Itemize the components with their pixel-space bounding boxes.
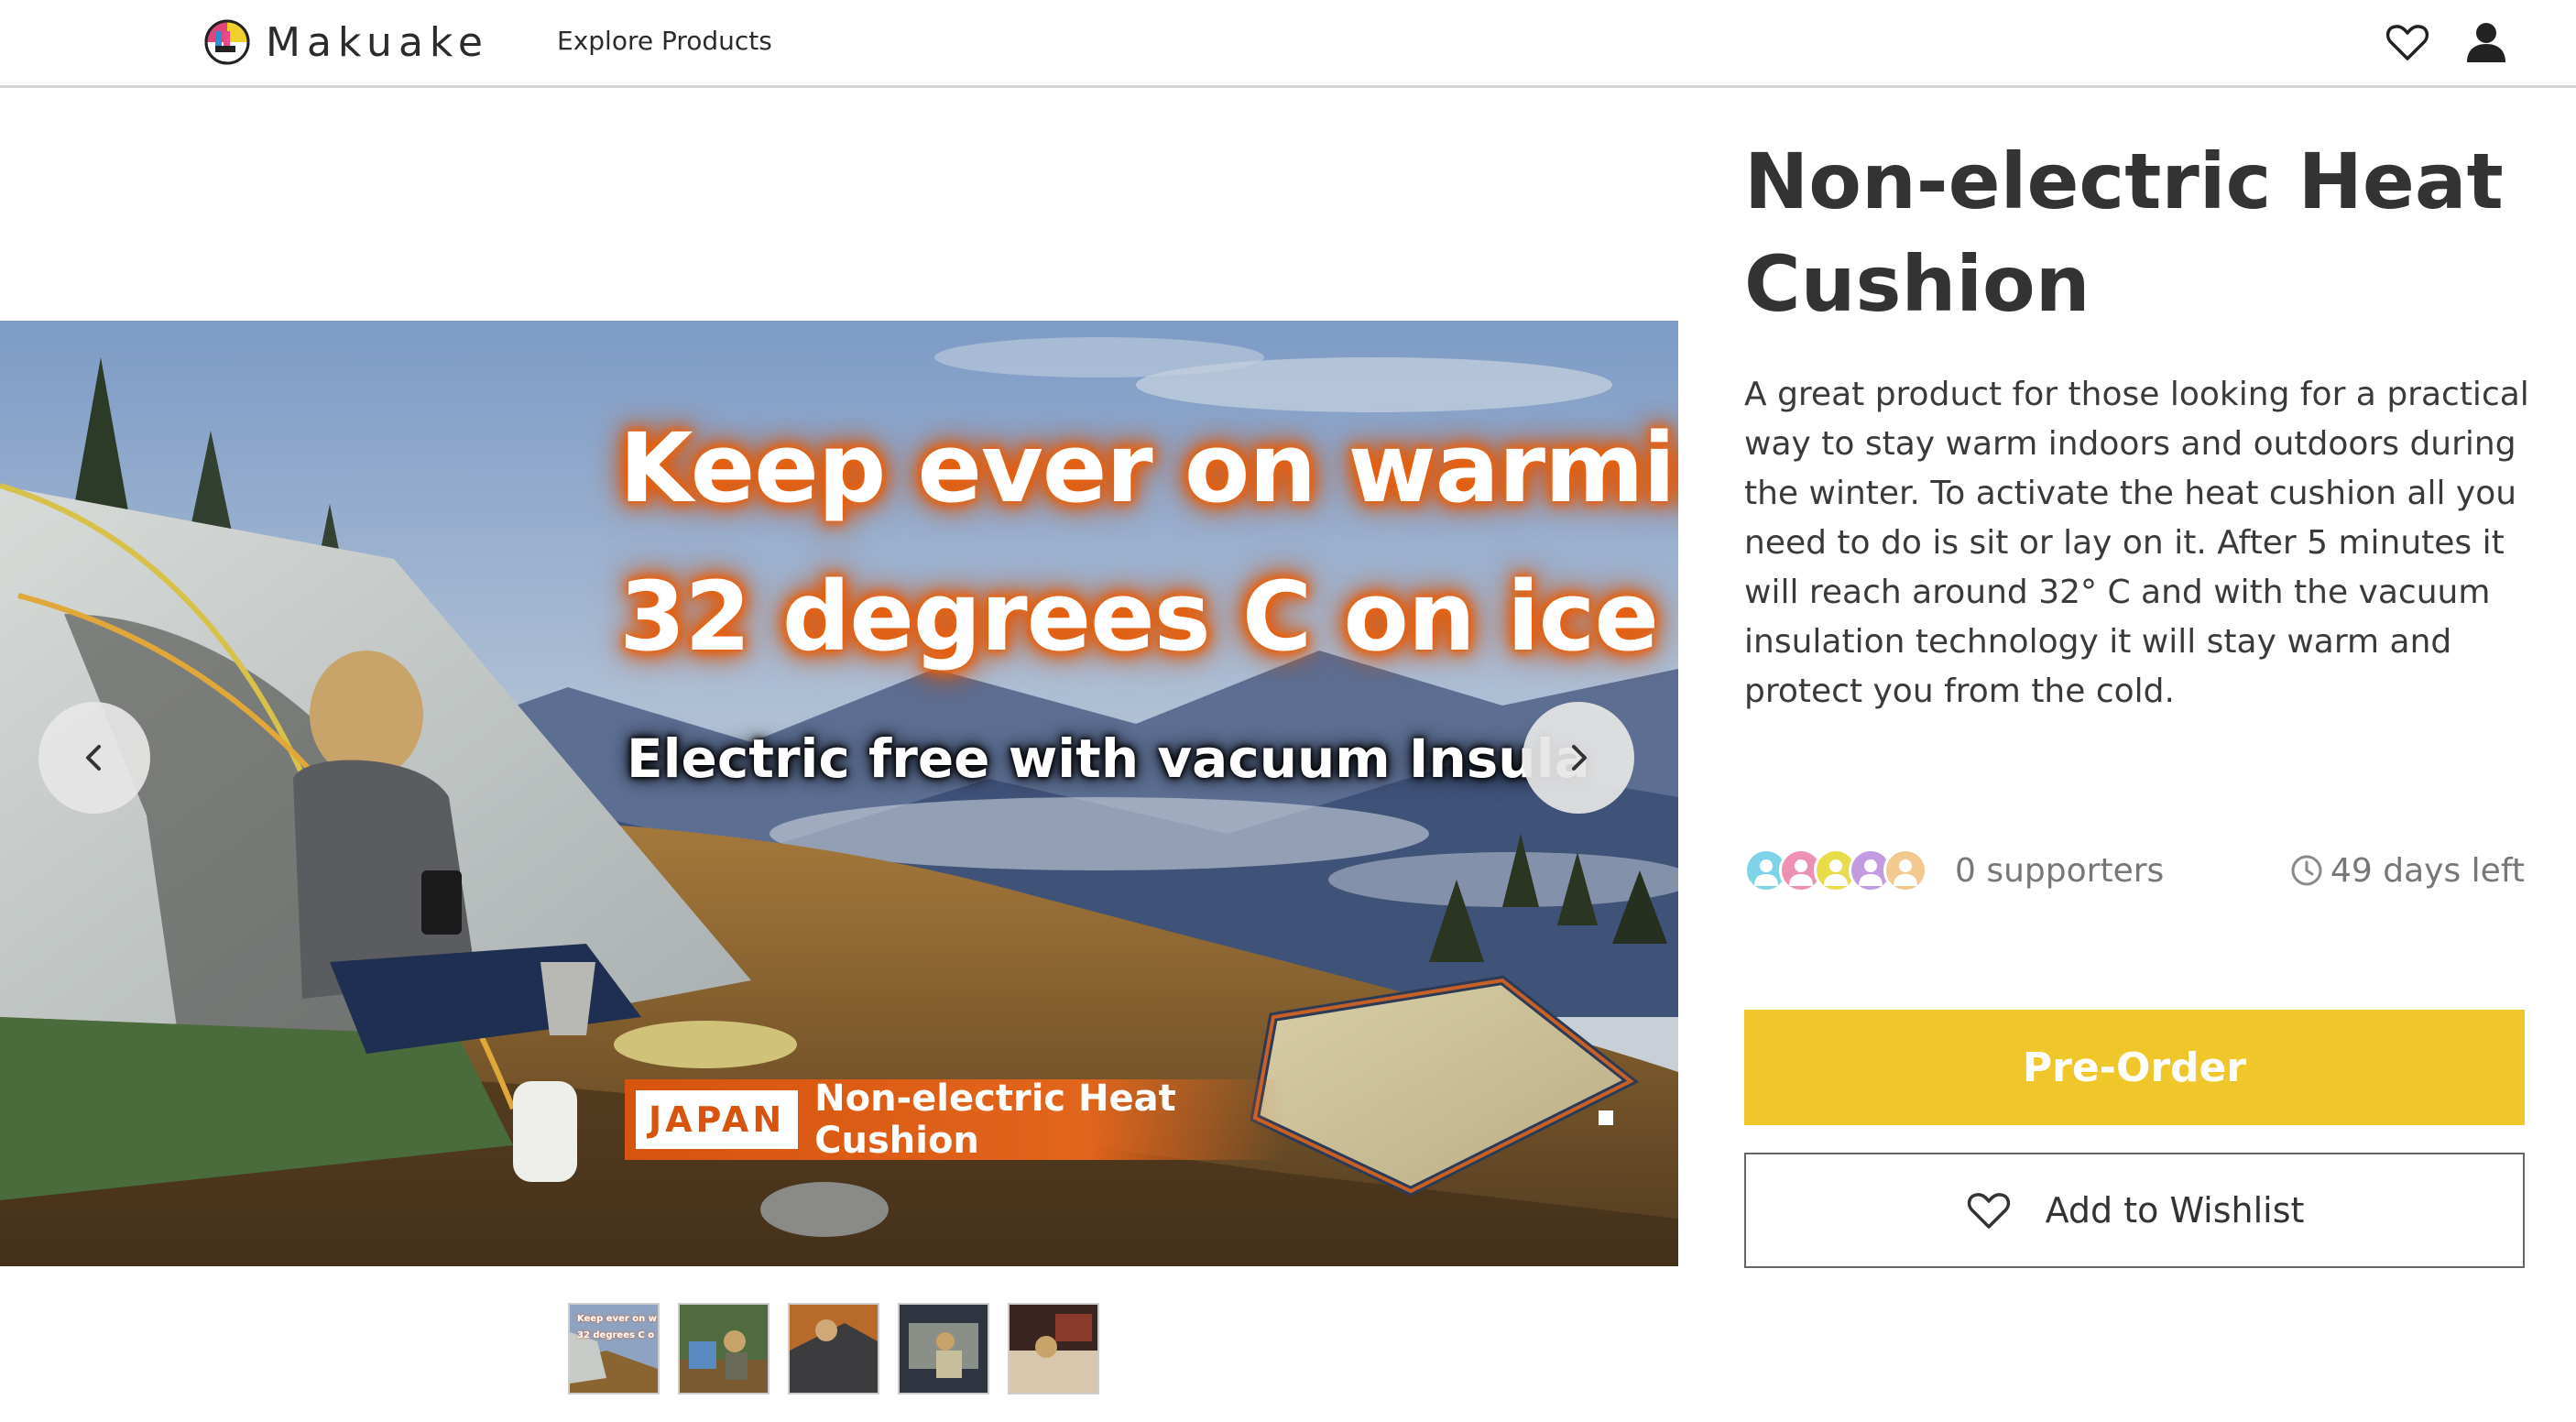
user-icon[interactable] <box>2462 18 2510 66</box>
hero-carousel: Keep ever on warming 32 degrees C on ice… <box>0 321 1678 1266</box>
thumbnail-5[interactable] <box>1008 1303 1099 1395</box>
banner-product-name: Non-electric Heat Cushion <box>814 1077 1176 1162</box>
supporter-avatars <box>1744 848 1927 892</box>
chevron-left-icon <box>86 745 101 771</box>
product-title: Non-electric Heat Cushion <box>1744 137 2504 329</box>
thumbnail-4[interactable] <box>898 1303 989 1395</box>
supporters-count: 0 supporters <box>1955 851 2165 890</box>
logo-icon <box>204 19 250 65</box>
supporters-row: 0 supporters <box>1744 843 2164 898</box>
carousel-next-button[interactable] <box>1523 702 1634 814</box>
hero-headline-2: 32 degrees C on ice <box>619 561 1659 673</box>
add-to-wishlist-button[interactable]: Add to Wishlist <box>1744 1153 2525 1268</box>
brand-name: Makuake <box>266 18 489 66</box>
avatar <box>1883 848 1927 892</box>
heart-icon <box>1967 1193 2010 1229</box>
thumbnail-1[interactable]: Keep ever on w 32 degrees C o <box>568 1303 660 1395</box>
pre-order-button[interactable]: Pre-Order <box>1744 1010 2525 1125</box>
thumbnail-caption-1: Keep ever on w <box>577 1314 657 1324</box>
wishlist-label: Add to Wishlist <box>2045 1190 2305 1231</box>
heart-icon[interactable] <box>2384 18 2431 66</box>
thumbnail-2[interactable] <box>678 1303 770 1395</box>
thumbnail-strip: Keep ever on w 32 degrees C o <box>568 1303 1099 1395</box>
days-left-text: 49 days left <box>2330 851 2525 890</box>
thumbnail-3[interactable] <box>788 1303 879 1395</box>
chevron-right-icon <box>1572 745 1587 771</box>
product-description: A great product for those looking for a … <box>1744 376 2529 710</box>
thumbnail-image <box>1010 1305 1097 1393</box>
person-icon <box>1894 859 1917 886</box>
thumbnail-caption-2: 32 degrees C o <box>577 1330 655 1340</box>
top-header: Makuake Explore Products <box>0 0 2576 88</box>
banner-japan-tag: JAPAN <box>636 1090 799 1149</box>
makuake-logo[interactable]: Makuake <box>203 16 489 68</box>
days-left: 49 days left <box>2290 843 2525 898</box>
carousel-prev-button[interactable] <box>38 702 150 814</box>
thumbnail-image <box>680 1305 768 1393</box>
hero-subline: Electric free with vacuum Insula <box>627 727 1590 790</box>
clock-icon <box>2291 855 2322 886</box>
hero-banner: JAPAN Non-electric Heat Cushion <box>625 1077 1284 1162</box>
thumbnail-image <box>900 1305 988 1393</box>
explore-products-link[interactable]: Explore Products <box>557 26 772 56</box>
thumbnail-image <box>790 1305 878 1393</box>
hero-headline-1: Keep ever on warming <box>619 412 1678 524</box>
